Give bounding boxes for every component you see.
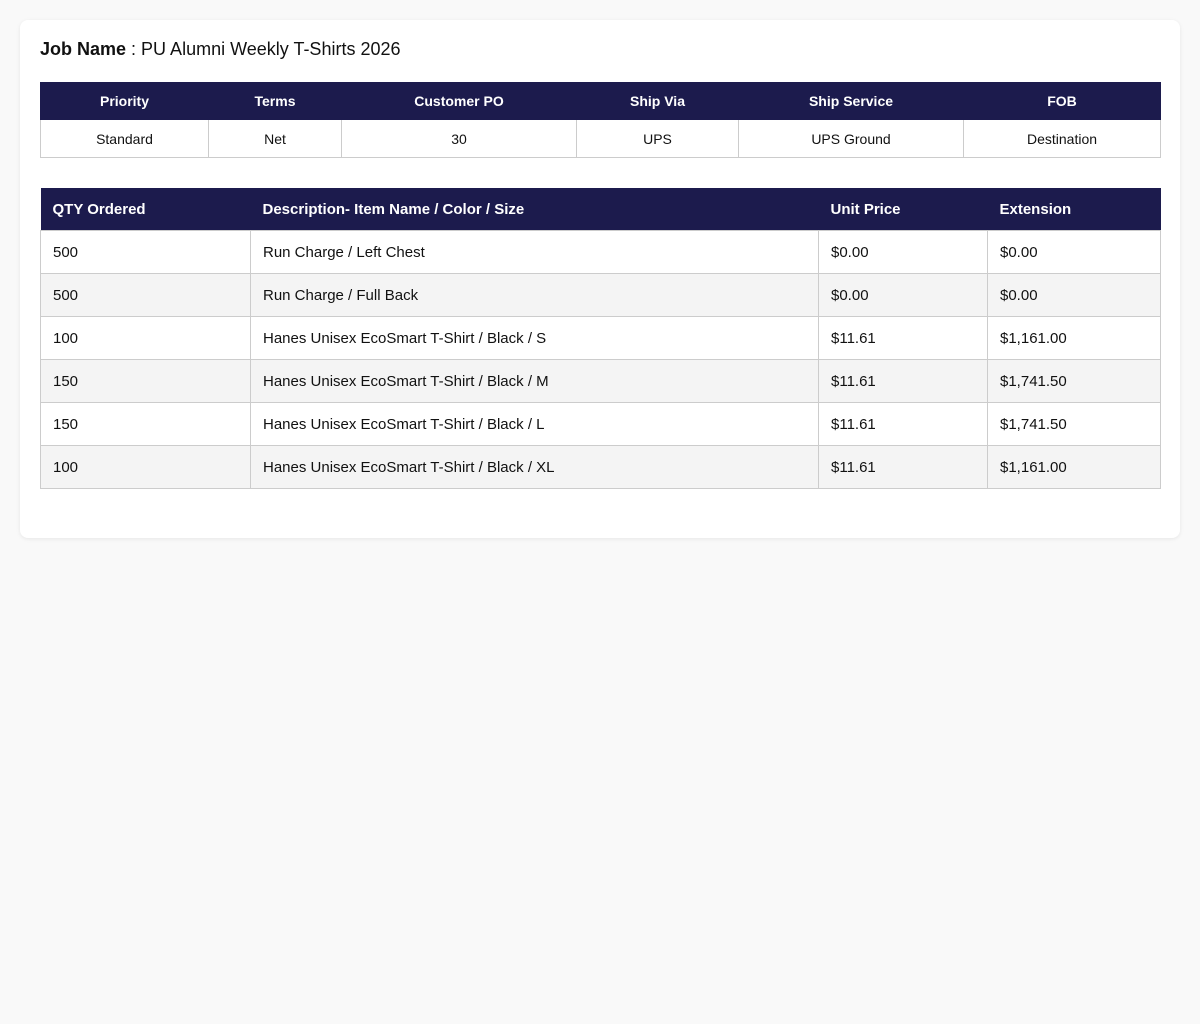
order-info-table: Priority Terms Customer PO Ship Via Ship… — [40, 82, 1161, 158]
cell-description: Hanes Unisex EcoSmart T-Shirt / Black / … — [250, 359, 819, 403]
job-name-label: Job Name — [40, 39, 127, 59]
cell-extension: $0.00 — [987, 230, 1161, 274]
cell-qty: 500 — [40, 273, 251, 317]
table-row: 100 Hanes Unisex EcoSmart T-Shirt / Blac… — [40, 316, 1161, 360]
cell-unit-price: $11.61 — [818, 445, 988, 489]
cell-qty: 100 — [40, 316, 251, 360]
line-items-header-row: QTY Ordered Description- Item Name / Col… — [40, 188, 1161, 231]
cell-unit-price: $0.00 — [818, 230, 988, 274]
cell-description: Run Charge / Left Chest — [250, 230, 819, 274]
value-priority: Standard — [40, 119, 209, 158]
table-row: 150 Hanes Unisex EcoSmart T-Shirt / Blac… — [40, 402, 1161, 446]
cell-extension: $1,741.50 — [987, 359, 1161, 403]
header-description: Description- Item Name / Color / Size — [250, 188, 819, 231]
header-unit-price: Unit Price — [818, 188, 988, 231]
cell-unit-price: $11.61 — [818, 402, 988, 446]
job-name-line: Job Name : PU Alumni Weekly T-Shirts 202… — [40, 38, 401, 60]
cell-qty: 150 — [40, 359, 251, 403]
cell-description: Run Charge / Full Back — [250, 273, 819, 317]
table-row: 150 Hanes Unisex EcoSmart T-Shirt / Blac… — [40, 359, 1161, 403]
cell-extension: $1,161.00 — [987, 445, 1161, 489]
cell-unit-price: $11.61 — [818, 359, 988, 403]
header-ship-via: Ship Via — [576, 82, 739, 120]
cell-unit-price: $11.61 — [818, 316, 988, 360]
cell-description: Hanes Unisex EcoSmart T-Shirt / Black / … — [250, 445, 819, 489]
cell-extension: $1,161.00 — [987, 316, 1161, 360]
line-items-table: QTY Ordered Description- Item Name / Col… — [40, 188, 1161, 489]
job-name-value: PU Alumni Weekly T-Shirts 2026 — [141, 39, 401, 59]
header-ship-service: Ship Service — [738, 82, 964, 120]
header-terms: Terms — [208, 82, 342, 120]
job-name-separator: : — [126, 39, 142, 59]
value-customer-po: 30 — [341, 119, 577, 158]
cell-description: Hanes Unisex EcoSmart T-Shirt / Black / … — [250, 316, 819, 360]
cell-extension: $0.00 — [987, 273, 1161, 317]
table-row: 100 Hanes Unisex EcoSmart T-Shirt / Blac… — [40, 445, 1161, 489]
value-ship-via: UPS — [576, 119, 739, 158]
value-ship-service: UPS Ground — [738, 119, 964, 158]
header-fob: FOB — [963, 82, 1161, 120]
header-qty-ordered: QTY Ordered — [40, 188, 251, 231]
cell-qty: 150 — [40, 402, 251, 446]
table-row: 500 Run Charge / Full Back $0.00 $0.00 — [40, 273, 1161, 317]
order-info-value-row: Standard Net 30 UPS UPS Ground Destinati… — [40, 119, 1161, 158]
value-fob: Destination — [963, 119, 1161, 158]
cell-description: Hanes Unisex EcoSmart T-Shirt / Black / … — [250, 402, 819, 446]
cell-qty: 500 — [40, 230, 251, 274]
header-priority: Priority — [40, 82, 209, 120]
order-card: Job Name : PU Alumni Weekly T-Shirts 202… — [20, 20, 1180, 538]
order-info-header-row: Priority Terms Customer PO Ship Via Ship… — [40, 82, 1161, 120]
cell-qty: 100 — [40, 445, 251, 489]
cell-extension: $1,741.50 — [987, 402, 1161, 446]
table-row: 500 Run Charge / Left Chest $0.00 $0.00 — [40, 230, 1161, 274]
cell-unit-price: $0.00 — [818, 273, 988, 317]
header-extension: Extension — [987, 188, 1161, 231]
value-terms: Net — [208, 119, 342, 158]
header-customer-po: Customer PO — [341, 82, 577, 120]
